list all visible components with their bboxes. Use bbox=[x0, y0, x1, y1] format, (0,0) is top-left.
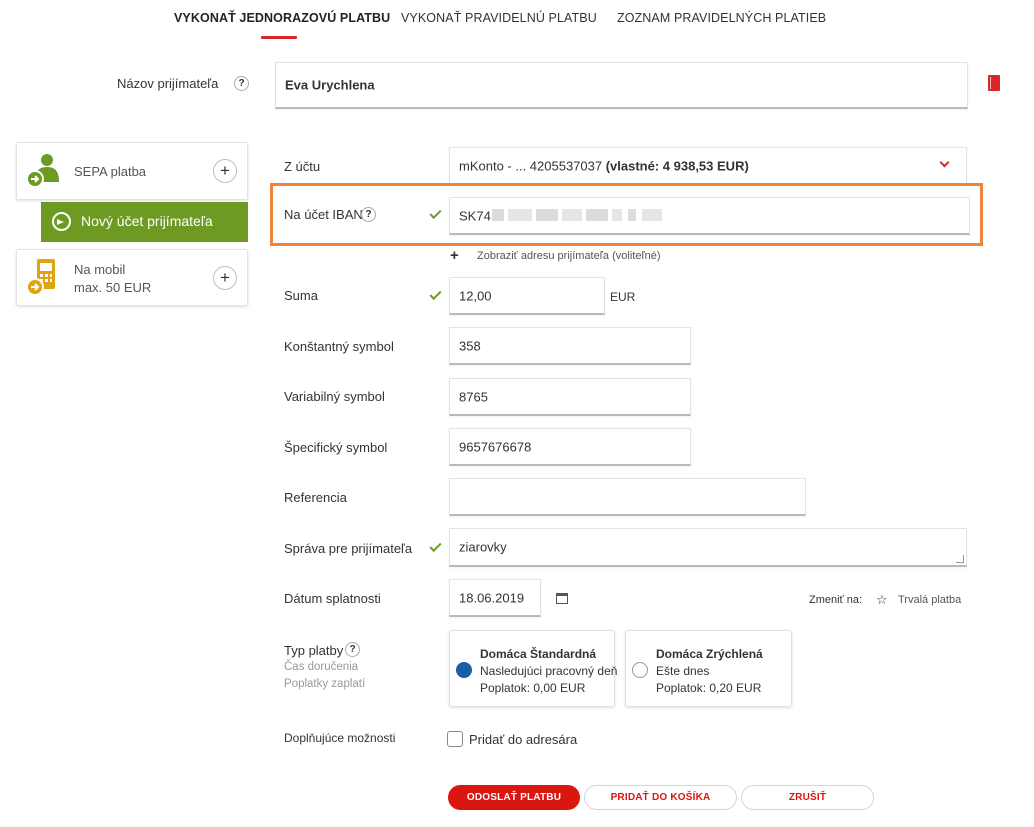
variable-symbol-value: 8765 bbox=[459, 389, 488, 404]
recipient-name-input[interactable]: Eva Urychlena bbox=[275, 62, 968, 109]
from-account-label: Z účtu bbox=[284, 159, 321, 174]
mobile-payment-card[interactable]: Na mobil max. 50 EUR + bbox=[16, 249, 248, 306]
message-value: ziarovky bbox=[459, 539, 507, 555]
message-label: Správa pre prijímateľa bbox=[284, 541, 413, 556]
constant-symbol-label: Konštantný symbol bbox=[284, 339, 394, 354]
new-recipient-account-label: Nový účet prijímateľa bbox=[81, 213, 213, 229]
cancel-button[interactable]: ZRUŠIŤ bbox=[741, 785, 874, 810]
resize-handle-icon[interactable] bbox=[956, 555, 964, 563]
tab-recurring-payment[interactable]: VYKONAŤ PRAVIDELNÚ PLATBU bbox=[401, 11, 597, 25]
variable-symbol-label: Variabilný symbol bbox=[284, 389, 385, 404]
express-title: Domáca Zrýchlená bbox=[656, 647, 763, 661]
reference-label: Referencia bbox=[284, 490, 347, 505]
mobile-add-button[interactable]: + bbox=[213, 266, 237, 290]
iban-help-icon[interactable]: ? bbox=[361, 207, 376, 222]
specific-symbol-label: Špecifický symbol bbox=[284, 440, 388, 455]
variable-symbol-input[interactable]: 8765 bbox=[449, 378, 691, 416]
due-date-input[interactable]: 18.06.2019 bbox=[449, 579, 541, 617]
iban-input[interactable]: SK74 bbox=[449, 197, 970, 235]
express-delivery: Ešte dnes bbox=[656, 664, 710, 678]
chevron-down-icon bbox=[939, 157, 950, 168]
payment-option-express[interactable]: Domáca Zrýchlená Ešte dnes Poplatok: 0,2… bbox=[625, 630, 792, 707]
change-to-label: Zmeniť na: bbox=[809, 594, 863, 606]
iban-value: SK74 bbox=[459, 208, 491, 223]
specific-symbol-input[interactable]: 9657676678 bbox=[449, 428, 691, 466]
show-address-link[interactable]: Zobraziť adresu prijímateľa (voliteľné) bbox=[477, 250, 661, 262]
constant-symbol-input[interactable]: 358 bbox=[449, 327, 691, 365]
specific-symbol-value: 9657676678 bbox=[459, 439, 532, 454]
new-recipient-account-button[interactable]: Nový účet prijímateľa bbox=[41, 202, 248, 242]
fees-paid-by-label: Poplatky zaplatí bbox=[284, 678, 366, 690]
standard-title: Domáca Štandardná bbox=[480, 647, 597, 661]
add-to-address-book-label[interactable]: Pridať do adresára bbox=[469, 732, 577, 747]
add-to-address-book-checkbox[interactable] bbox=[447, 731, 463, 747]
express-fee: Poplatok: 0,20 EUR bbox=[656, 681, 762, 695]
constant-symbol-value: 358 bbox=[459, 338, 481, 353]
standing-order-link[interactable]: Trvalá platba bbox=[898, 594, 961, 606]
message-valid-check-icon bbox=[429, 539, 442, 553]
address-book-icon[interactable] bbox=[988, 75, 1000, 91]
show-address-plus-icon[interactable]: + bbox=[450, 247, 459, 264]
iban-masked-digits bbox=[492, 209, 504, 221]
calendar-icon[interactable] bbox=[556, 593, 568, 604]
iban-label: Na účet IBAN bbox=[284, 207, 363, 222]
send-payment-button[interactable]: ODOSLAŤ PLATBU bbox=[448, 785, 580, 810]
delivery-time-label: Čas doručenia bbox=[284, 661, 359, 673]
recipient-name-value: Eva Urychlena bbox=[285, 77, 375, 93]
payment-type-help-icon[interactable]: ? bbox=[345, 642, 360, 657]
message-textarea[interactable]: ziarovky bbox=[449, 528, 967, 567]
extra-options-label: Doplňujúce možnosti bbox=[284, 731, 396, 745]
express-radio[interactable] bbox=[632, 662, 648, 678]
from-account-select[interactable]: mKonto - ... 4205537037 (vlastné: 4 938,… bbox=[449, 147, 967, 185]
mobile-payment-icon bbox=[26, 259, 55, 296]
arrow-circle-icon bbox=[52, 212, 71, 231]
amount-value: 12,00 bbox=[459, 288, 492, 303]
reference-input[interactable] bbox=[449, 478, 806, 516]
tab-recurring-payments-list[interactable]: ZOZNAM PRAVIDELNÝCH PLATIEB bbox=[617, 11, 826, 25]
due-date-label: Dátum splatnosti bbox=[284, 591, 381, 606]
standard-radio[interactable] bbox=[456, 662, 472, 678]
person-payment-icon bbox=[26, 154, 59, 188]
payment-type-label: Typ platby bbox=[284, 643, 344, 658]
sepa-payment-card[interactable]: SEPA platba + bbox=[16, 142, 248, 200]
amount-input[interactable]: 12,00 bbox=[449, 277, 605, 315]
recipient-name-label: Názov prijímateľa bbox=[117, 76, 219, 91]
sepa-add-button[interactable]: + bbox=[213, 159, 237, 183]
sepa-payment-label: SEPA platba bbox=[74, 164, 147, 179]
due-date-value: 18.06.2019 bbox=[459, 590, 525, 605]
amount-currency: EUR bbox=[610, 290, 636, 304]
amount-label: Suma bbox=[284, 288, 318, 303]
mobile-payment-label: Na mobil bbox=[74, 262, 126, 277]
star-icon[interactable]: ☆ bbox=[876, 592, 888, 608]
recipient-help-icon[interactable]: ? bbox=[234, 76, 249, 91]
active-tab-indicator bbox=[261, 36, 297, 39]
standard-fee: Poplatok: 0,00 EUR bbox=[480, 681, 586, 695]
from-account-value: mKonto - ... 4205537037 (vlastné: 4 938,… bbox=[459, 158, 749, 173]
standard-delivery: Nasledujúci pracovný deň bbox=[480, 664, 618, 678]
amount-valid-check-icon bbox=[429, 287, 442, 301]
mobile-payment-limit: max. 50 EUR bbox=[74, 280, 152, 295]
add-to-cart-button[interactable]: PRIDAŤ DO KOŠÍKA bbox=[584, 785, 737, 810]
payment-option-standard[interactable]: Domáca Štandardná Nasledujúci pracovný d… bbox=[449, 630, 618, 707]
tab-one-time-payment[interactable]: VYKONAŤ JEDNORAZOVÚ PLATBU bbox=[174, 11, 390, 25]
